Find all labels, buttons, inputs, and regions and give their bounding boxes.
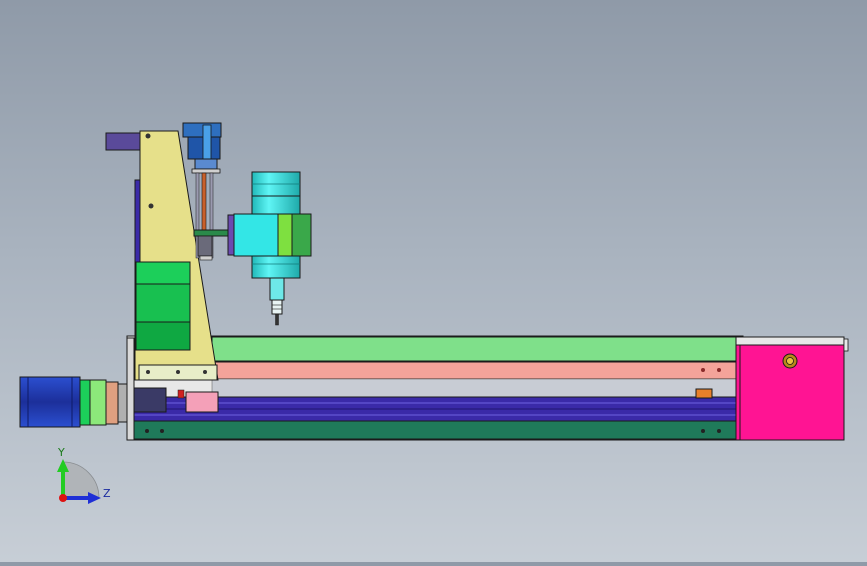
limit-switch (695, 388, 713, 399)
triad-origin (59, 494, 67, 502)
z-axis-label: Z (103, 487, 111, 500)
spindle-body-lower (251, 255, 301, 279)
spindle-clamp (233, 213, 279, 257)
carriage-block-upper (135, 261, 191, 285)
gantry-top-cap (105, 132, 141, 151)
cad-viewport[interactable]: Y Z (0, 0, 867, 562)
right-end-block (735, 336, 849, 441)
z-motor-top (182, 122, 222, 138)
carriage-block-lower (135, 283, 191, 323)
spindle-collet (269, 277, 285, 301)
bolt (160, 429, 164, 433)
bolt (701, 429, 705, 433)
left-end-plate (126, 337, 135, 441)
bolt (717, 368, 721, 372)
bolt (145, 133, 151, 139)
x-axis-stepper-motor (19, 376, 128, 428)
spindle-assembly (227, 171, 312, 326)
bolt (717, 429, 721, 433)
upper-green-rail (211, 336, 737, 362)
pink-rail (211, 361, 737, 380)
gantry-bearing-dark (133, 387, 167, 413)
bolt (148, 203, 154, 209)
z-coupler (194, 158, 218, 170)
cnc-machine-drawing: Y Z (19, 122, 849, 504)
rail-gap (211, 378, 737, 398)
bolt (145, 429, 149, 433)
y-axis-label: Y (57, 446, 65, 459)
bottom-green-plate (133, 420, 737, 440)
cutting-bit (275, 313, 279, 326)
base-frame (126, 335, 744, 441)
bolt (701, 368, 705, 372)
gantry-bearing-pink (185, 391, 219, 413)
axis-triad-icon: Y Z (57, 446, 111, 504)
